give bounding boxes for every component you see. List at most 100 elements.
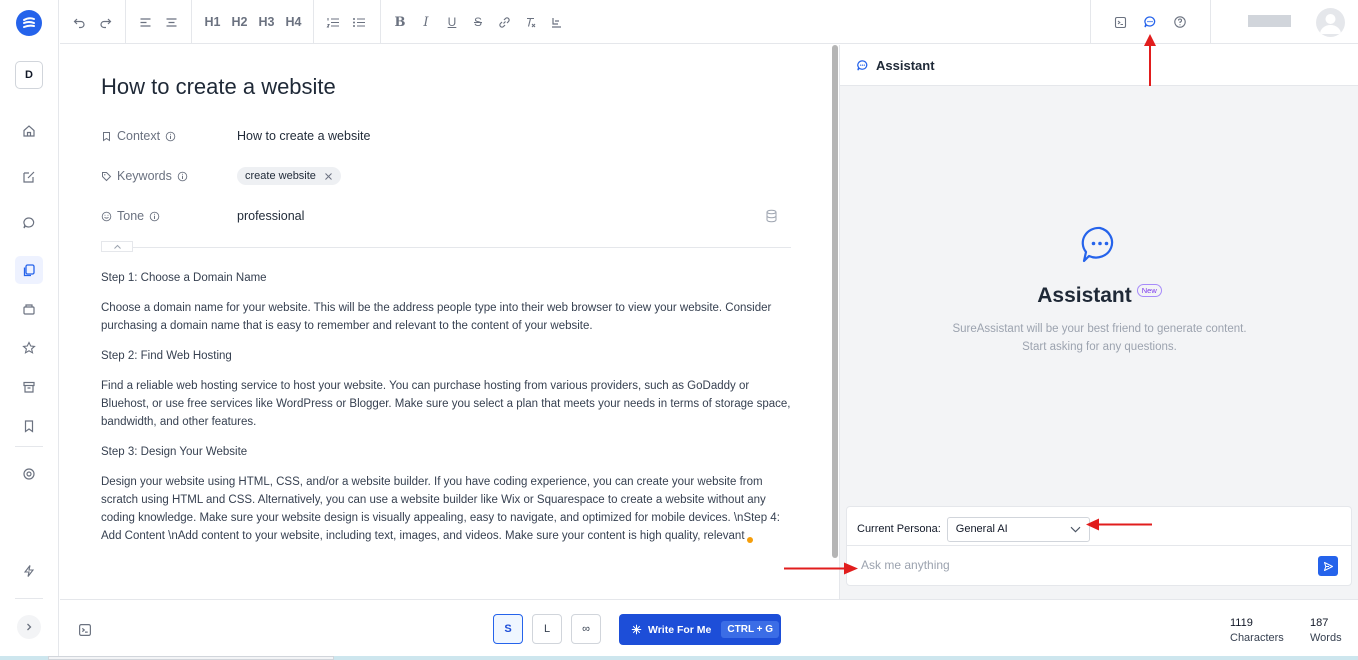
help-button[interactable] [1167,9,1193,35]
sidebar-item-chat[interactable] [15,209,43,237]
chat-icon [23,217,35,229]
documents-icon [23,264,35,277]
chat-icon [857,59,868,71]
bookmark-icon [103,131,110,141]
send-icon [1323,561,1333,571]
persona-row: Current Persona: General AI [857,515,1090,543]
bullet-list-icon [353,17,365,27]
bold-button[interactable]: B [387,9,413,35]
info-icon[interactable] [177,171,188,182]
annotation-arrow-up [1144,34,1156,86]
chevron-right-icon [27,623,32,631]
link-button[interactable] [491,9,517,35]
sidebar-item-templates[interactable] [15,295,43,323]
page-title[interactable]: How to create a website [101,74,336,100]
sidebar-item-bookmarks[interactable] [15,412,43,440]
underline-button[interactable]: U [439,9,465,35]
paragraph: Step 3: Design Your Website [101,446,248,458]
bullet-list-button[interactable] [346,9,372,35]
collapse-meta-button[interactable] [101,241,133,252]
length-long-button[interactable]: L [532,614,562,644]
characters-label: Characters [1230,632,1284,644]
assistant-description: SureAssistant will be your best friend t… [952,323,1247,353]
database-button[interactable] [765,209,778,228]
undo-button[interactable] [66,9,92,35]
highlight-button[interactable] [543,9,569,35]
app-logo[interactable] [16,10,42,36]
editor-scrollbar[interactable] [832,45,838,558]
bookmark-icon [24,420,34,433]
send-button[interactable] [1318,556,1338,576]
paragraph: Choose a domain name for your website. T… [101,302,772,332]
ask-input[interactable] [861,553,1311,577]
persona-select[interactable]: General AI [946,516,1090,542]
align-center-button[interactable] [158,9,184,35]
strikethrough-button[interactable]: S [465,9,491,35]
templates-icon [23,304,35,315]
link-icon [498,16,510,28]
avatar[interactable] [1316,8,1345,37]
sidebar-item-documents[interactable] [15,256,43,284]
context-label: Context [117,129,161,143]
clear-format-icon [526,17,535,27]
paragraph-text: Design your website using HTML, CSS, and… [101,476,780,542]
logo-icon [23,17,35,28]
workspace-switcher[interactable]: D [15,61,43,89]
length-unlimited-button[interactable]: ∞ [571,614,601,644]
info-icon[interactable] [165,131,176,142]
redo-button[interactable] [92,9,118,35]
paragraph: Step 2: Find Web Hosting [101,350,232,362]
sidebar-divider [15,598,43,599]
archive-icon [23,381,35,393]
align-group [132,0,184,44]
redo-icon [99,18,111,28]
close-icon[interactable] [324,172,333,181]
context-field[interactable]: How to create a website [237,129,370,143]
document-content[interactable]: Step 1: Choose a Domain Name Choose a do… [101,269,791,557]
heading-4-button[interactable]: H4 [280,15,307,29]
console-panel-button[interactable] [1107,9,1133,35]
question-circle-icon [1174,16,1186,28]
console-toggle-button[interactable] [78,623,92,642]
sidebar-item-favorites[interactable] [15,334,43,362]
tone-field[interactable]: professional [237,209,304,223]
keyword-chip: create website [237,167,341,185]
annotation-arrow-left [1086,518,1152,531]
database-icon [766,209,777,223]
sidebar-item-upgrade[interactable] [15,557,43,585]
length-short-button[interactable]: S [493,614,523,644]
window-bottom-strip [0,656,1358,660]
assistant-title: Assistant [1037,284,1132,307]
persona-label: Current Persona: [857,523,941,535]
characters-count: 1119 Characters [1230,616,1284,646]
chevron-down-icon [1070,526,1081,532]
sparkle-icon [631,624,642,635]
highlight-icon [551,17,561,28]
context-row: Context How to create a website [101,126,370,146]
write-for-me-label: Write For Me [648,623,712,636]
sidebar-item-editor[interactable] [15,163,43,191]
editor-footer: S L ∞ Write For Me CTRL + G 1119 Charact… [60,599,1358,656]
clear-format-button[interactable] [517,9,543,35]
undo-icon [73,18,85,28]
align-left-button[interactable] [132,9,158,35]
sidebar-item-home[interactable] [15,117,43,145]
ordered-list-button[interactable] [320,9,346,35]
edit-icon [23,171,35,183]
heading-3-button[interactable]: H3 [253,15,280,29]
heading-2-button[interactable]: H2 [226,15,253,29]
heading-1-button[interactable]: H1 [199,15,226,29]
align-center-icon [166,17,176,27]
italic-button[interactable]: I [413,9,439,35]
write-for-me-button[interactable]: Write For Me CTRL + G [619,614,781,645]
sidebar-expand-button[interactable] [17,615,41,639]
lightning-icon [23,565,35,577]
keywords-label: Keywords [117,169,172,183]
shortcut-badge: CTRL + G [721,621,780,638]
sidebar-item-archive[interactable] [15,373,43,401]
tag-icon [102,171,112,181]
sidebar-item-support[interactable] [15,460,43,488]
format-group: B I U S [387,0,569,44]
align-left-icon [140,17,150,27]
info-icon[interactable] [149,211,160,222]
